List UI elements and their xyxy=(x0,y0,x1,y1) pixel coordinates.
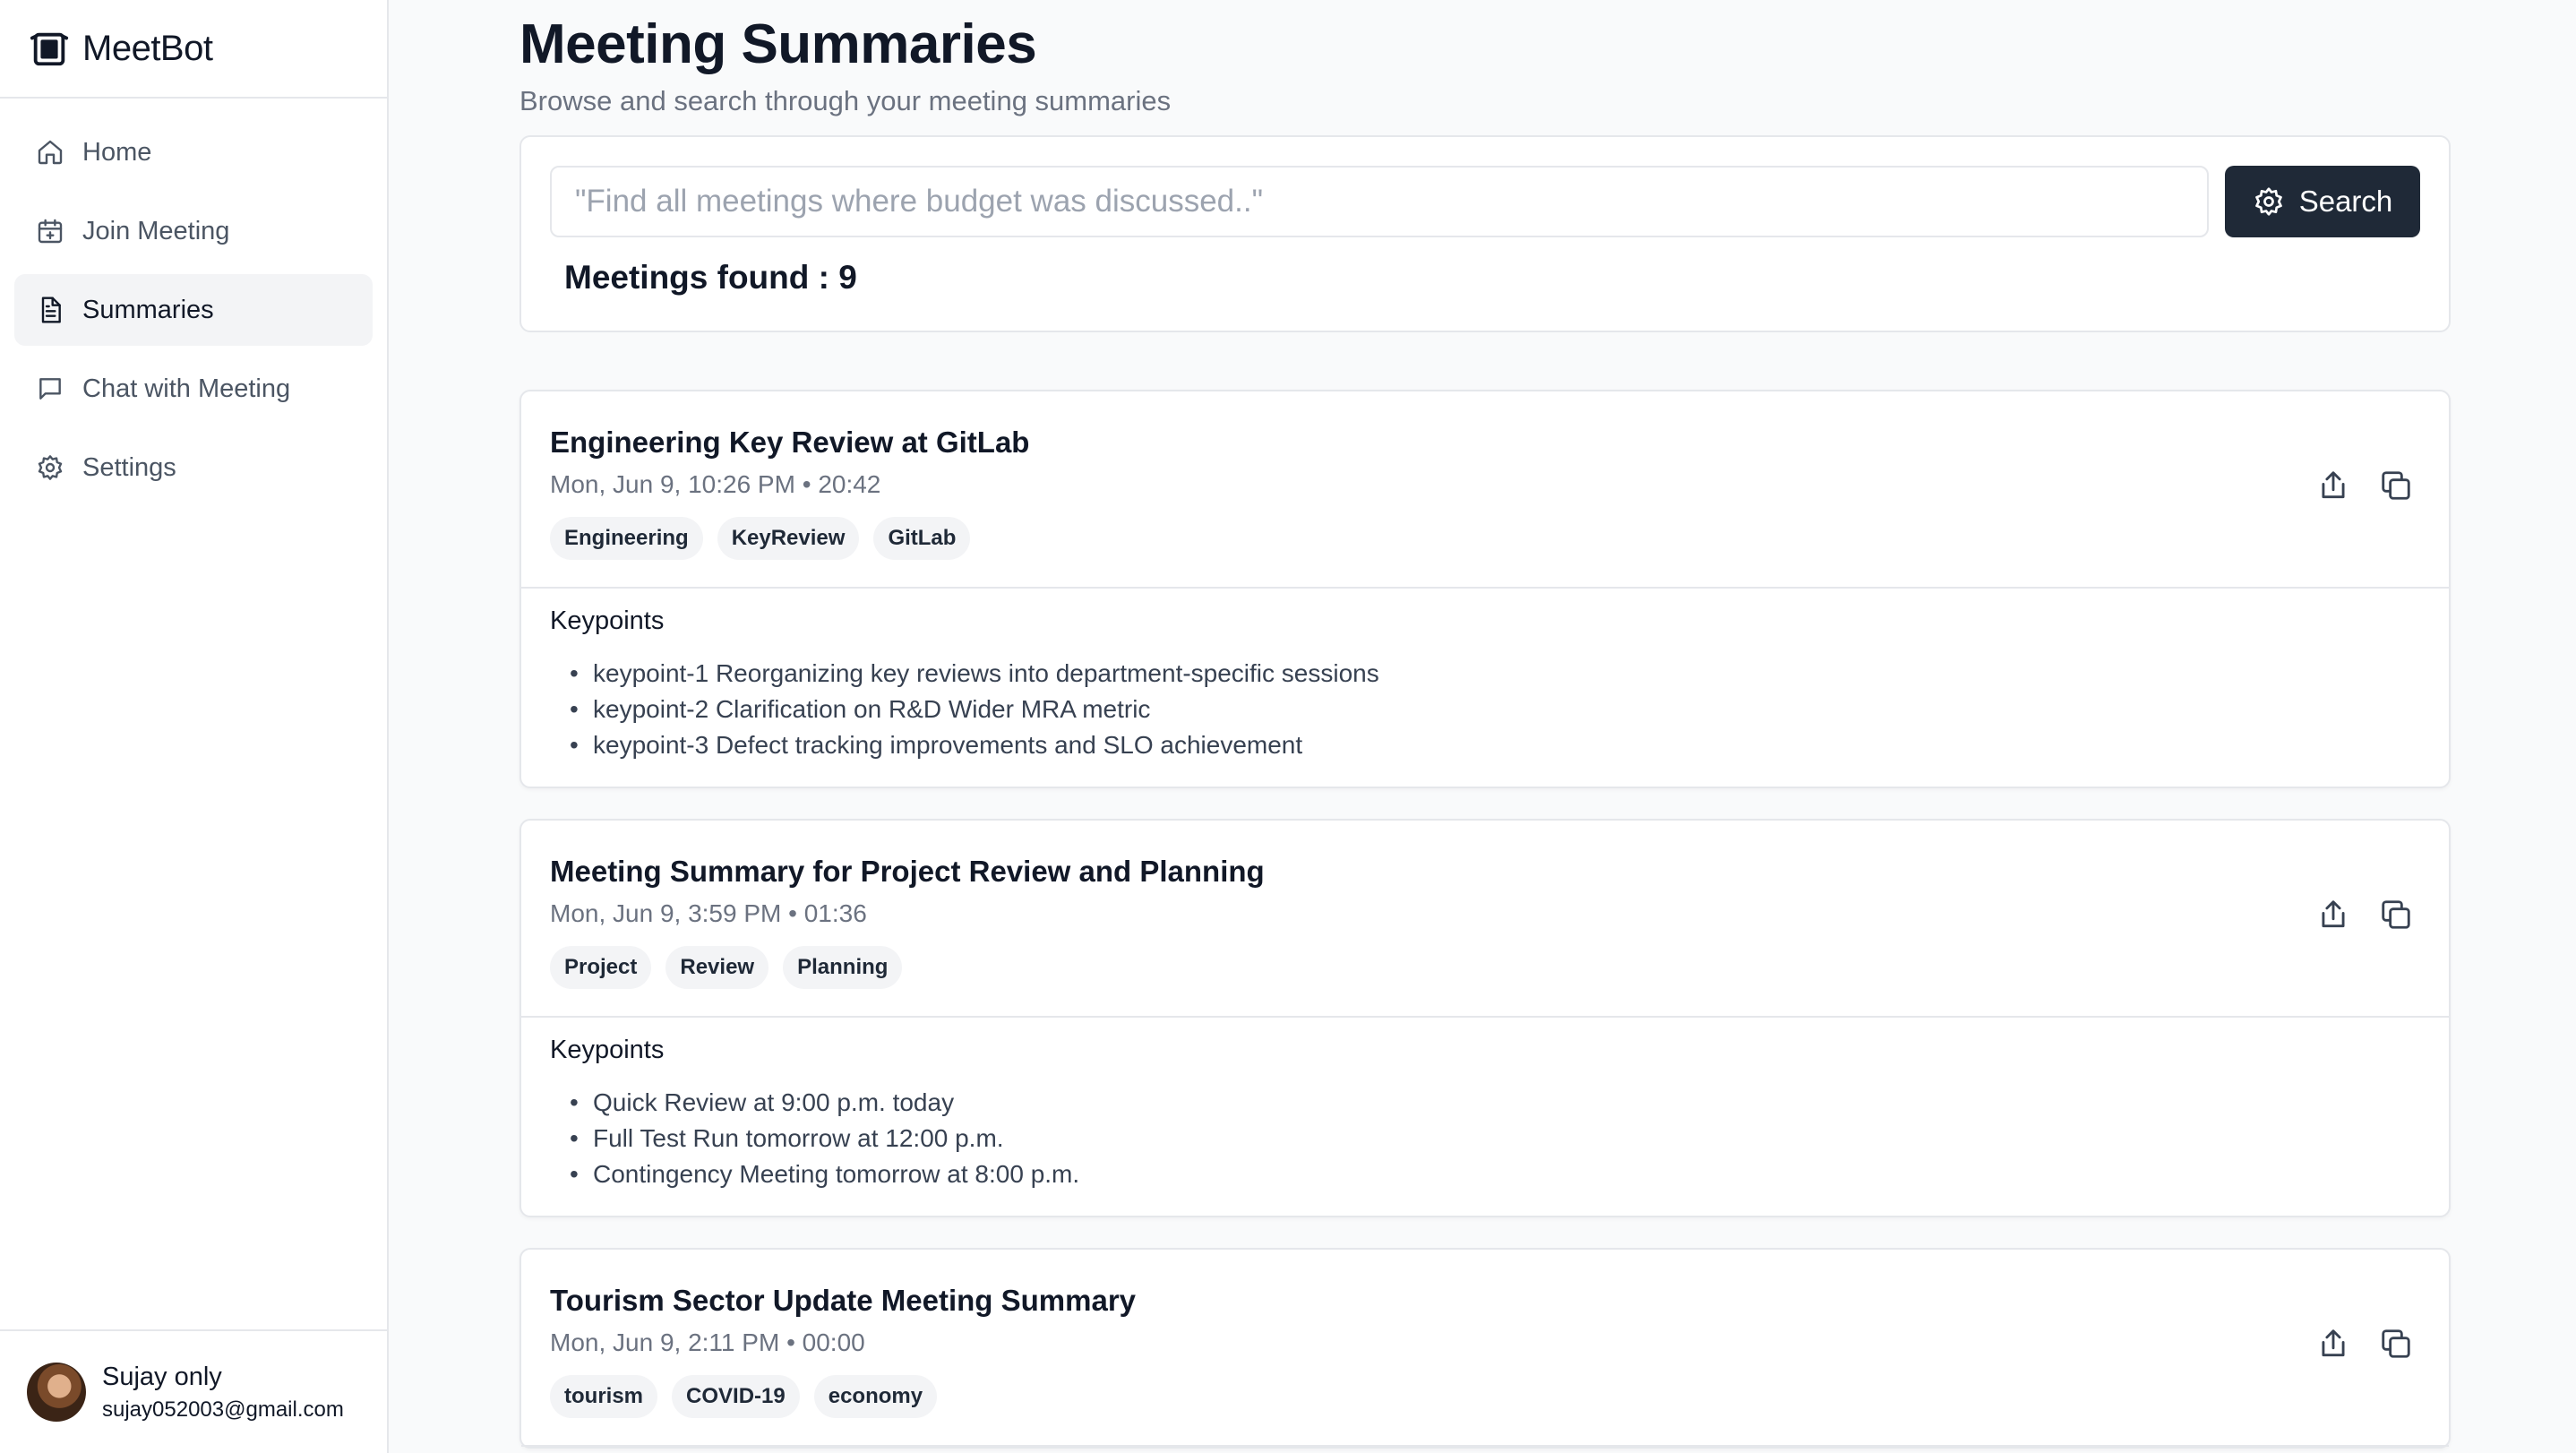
sidebar-item-summaries[interactable]: Summaries xyxy=(14,274,373,346)
brand-name: MeetBot xyxy=(82,28,213,68)
home-icon xyxy=(36,138,64,167)
copy-icon[interactable] xyxy=(2379,469,2413,503)
search-button[interactable]: Search xyxy=(2225,166,2420,237)
tag[interactable]: COVID-19 xyxy=(672,1375,800,1418)
keypoints-heading: Keypoints xyxy=(550,606,665,635)
sidebar-item-label: Chat with Meeting xyxy=(82,374,291,403)
tag[interactable]: Engineering xyxy=(550,517,703,560)
meeting-duration: 00:00 xyxy=(802,1328,865,1356)
meeting-date: Mon, Jun 9, 2:11 PM xyxy=(550,1328,780,1356)
user-name: Sujay only xyxy=(102,1362,222,1391)
page-title: Meeting Summaries xyxy=(519,13,1037,75)
meeting-meta: Mon, Jun 9, 2:11 PM • 00:00 xyxy=(550,1328,2420,1357)
meetings-found-count: Meetings found : 9 xyxy=(564,259,857,296)
gear-icon xyxy=(36,453,64,482)
tag[interactable]: economy xyxy=(813,1375,938,1418)
meeting-meta: Mon, Jun 9, 10:26 PM • 20:42 xyxy=(550,470,2420,499)
keypoint-item: keypoint-2 Clarification on R&D Wider MR… xyxy=(570,692,2420,727)
user-email: sujay052003@gmail.com xyxy=(102,1397,344,1422)
meeting-title: Tourism Sector Update Meeting Summary xyxy=(550,1284,1137,1317)
meeting-date: Mon, Jun 9, 3:59 PM xyxy=(550,899,782,927)
sidebar-item-chat-with-meeting[interactable]: Chat with Meeting xyxy=(14,353,373,425)
tag[interactable]: Review xyxy=(665,946,769,989)
meeting-title: Engineering Key Review at GitLab xyxy=(550,426,1030,459)
sidebar-item-join-meeting[interactable]: Join Meeting xyxy=(14,195,373,267)
search-input[interactable] xyxy=(550,166,2209,237)
page-subtitle: Browse and search through your meeting s… xyxy=(519,85,1172,116)
meta-separator: • xyxy=(802,470,819,498)
copy-icon[interactable] xyxy=(2379,898,2413,932)
sidebar-nav: Home Join Meeting Summaries Chat with Me… xyxy=(0,99,387,529)
search-card: Search Meetings found : 9 xyxy=(519,135,2451,332)
sidebar-item-settings[interactable]: Settings xyxy=(14,432,373,503)
search-button-label: Search xyxy=(2298,185,2393,218)
keypoint-item: keypoint-1 Reorganizing key reviews into… xyxy=(570,656,2420,692)
keypoints-heading: Keypoints xyxy=(550,1036,665,1064)
meta-separator: • xyxy=(786,1328,803,1356)
share-icon[interactable] xyxy=(2316,1327,2350,1361)
tag[interactable]: GitLab xyxy=(873,517,971,560)
share-icon[interactable] xyxy=(2316,898,2350,932)
meeting-card[interactable]: Tourism Sector Update Meeting Summary Mo… xyxy=(519,1248,2451,1449)
meta-separator: • xyxy=(788,899,804,927)
tag[interactable]: tourism xyxy=(550,1375,658,1418)
bot-logo-icon xyxy=(29,28,70,69)
meeting-list: Engineering Key Review at GitLab Mon, Ju… xyxy=(519,390,2451,1449)
meeting-meta: Mon, Jun 9, 3:59 PM • 01:36 xyxy=(550,899,2420,928)
user-profile[interactable]: Sujay only sujay052003@gmail.com xyxy=(0,1329,387,1453)
chat-icon xyxy=(36,374,64,403)
sidebar-item-label: Settings xyxy=(82,452,176,482)
sidebar-item-label: Join Meeting xyxy=(82,216,230,245)
meeting-title: Meeting Summary for Project Review and P… xyxy=(550,855,1265,888)
sidebar: MeetBot Home Join Meeting Summaries Chat… xyxy=(0,0,389,1453)
tag[interactable]: Planning xyxy=(783,946,903,989)
gear-icon xyxy=(2253,185,2285,218)
tag-list: tourism COVID-19 economy xyxy=(550,1375,2420,1418)
keypoint-item: keypoint-3 Defect tracking improvements … xyxy=(570,727,2420,763)
sidebar-item-label: Summaries xyxy=(82,295,214,324)
calendar-plus-icon xyxy=(36,217,64,245)
brand[interactable]: MeetBot xyxy=(0,0,387,99)
keypoints-list: keypoint-1 Reorganizing key reviews into… xyxy=(550,656,2420,763)
tag[interactable]: Project xyxy=(550,946,652,989)
meeting-card[interactable]: Engineering Key Review at GitLab Mon, Ju… xyxy=(519,390,2451,788)
tag-list: Engineering KeyReview GitLab xyxy=(550,517,2420,560)
keypoint-item: Quick Review at 9:00 p.m. today xyxy=(570,1085,2420,1121)
tag-list: Project Review Planning xyxy=(550,946,2420,989)
meeting-duration: 20:42 xyxy=(818,470,881,498)
meeting-card[interactable]: Meeting Summary for Project Review and P… xyxy=(519,819,2451,1217)
sidebar-item-home[interactable]: Home xyxy=(14,116,373,188)
keypoint-item: Full Test Run tomorrow at 12:00 p.m. xyxy=(570,1121,2420,1156)
keypoint-item: Contingency Meeting tomorrow at 8:00 p.m… xyxy=(570,1156,2420,1192)
share-icon[interactable] xyxy=(2316,469,2350,503)
avatar xyxy=(27,1363,86,1422)
document-icon xyxy=(36,296,64,324)
keypoints-list: Quick Review at 9:00 p.m. today Full Tes… xyxy=(550,1085,2420,1192)
tag[interactable]: KeyReview xyxy=(717,517,860,560)
meeting-duration: 01:36 xyxy=(803,899,867,927)
meeting-date: Mon, Jun 9, 10:26 PM xyxy=(550,470,795,498)
sidebar-item-label: Home xyxy=(82,137,152,167)
copy-icon[interactable] xyxy=(2379,1327,2413,1361)
main-content: Meeting Summaries Browse and search thro… xyxy=(519,0,2451,1453)
